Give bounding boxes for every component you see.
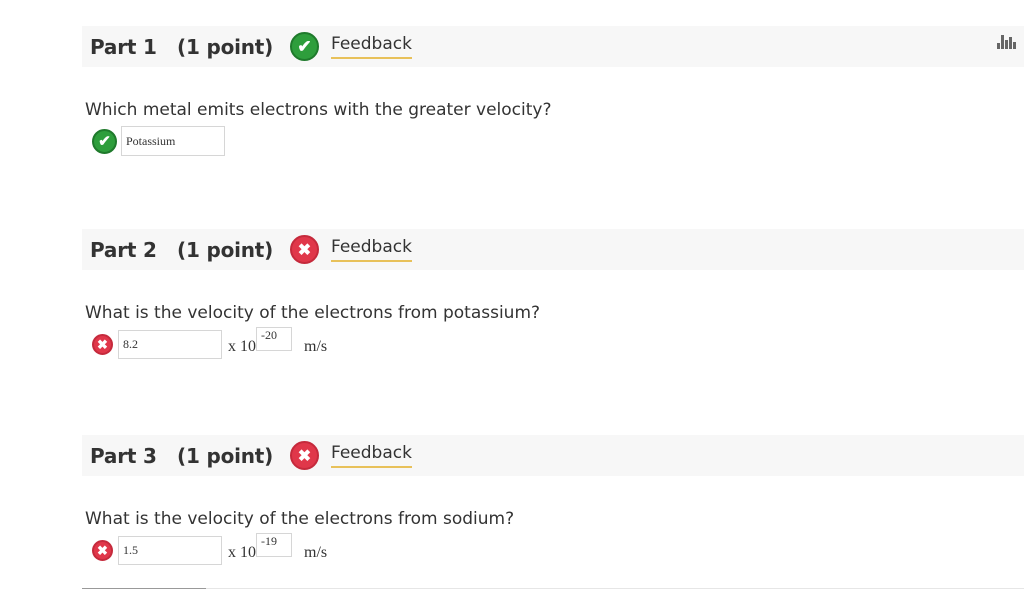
part-2-title: Part 2 (1 point) [90, 237, 274, 262]
part-2-unit: m/s [304, 337, 328, 355]
part-3-unit: m/s [304, 543, 328, 561]
part-2-times-ten: x 10 [228, 337, 256, 355]
part-1-answer-input[interactable]: Potassium [121, 126, 225, 156]
part-3-feedback-link[interactable]: Feedback [331, 443, 412, 468]
part-3-exponent-input[interactable]: -19 [256, 532, 292, 557]
part-1-header: Part 1 (1 point) ✔ Feedback [82, 26, 1024, 67]
incorrect-x-icon: ✖ [92, 540, 113, 561]
part-3-question: What is the velocity of the electrons fr… [85, 509, 515, 529]
correct-check-icon: ✔ [92, 128, 117, 154]
part-1-feedback-link[interactable]: Feedback [331, 34, 412, 59]
part-3-header: Part 3 (1 point) ✖ Feedback [82, 435, 1024, 476]
part-3-answer-row: ✖ 1.5 x 10 -19 m/s [92, 532, 328, 565]
correct-check-icon: ✔ [290, 32, 319, 61]
incorrect-x-icon: ✖ [290, 235, 319, 264]
part-2-feedback-link[interactable]: Feedback [331, 237, 412, 262]
part-3-times-ten: x 10 [228, 543, 256, 561]
part-3-mantissa-input[interactable]: 1.5 [118, 536, 222, 565]
part-3-title: Part 3 (1 point) [90, 443, 274, 468]
part-2-question: What is the velocity of the electrons fr… [85, 303, 541, 323]
part-2-header: Part 2 (1 point) ✖ Feedback [82, 229, 1024, 270]
incorrect-x-icon: ✖ [290, 441, 319, 470]
part-1-answer-row: ✔ Potassium [92, 126, 225, 156]
part-2-mantissa-input[interactable]: 8.2 [118, 330, 222, 359]
part-2-answer-row: ✖ 8.2 x 10 -20 m/s [92, 326, 328, 359]
stats-icon[interactable] [997, 33, 1019, 49]
incorrect-x-icon: ✖ [92, 334, 113, 355]
part-2-exponent-input[interactable]: -20 [256, 326, 292, 351]
part-1-question: Which metal emits electrons with the gre… [85, 100, 552, 120]
part-1-title: Part 1 (1 point) [90, 34, 274, 59]
